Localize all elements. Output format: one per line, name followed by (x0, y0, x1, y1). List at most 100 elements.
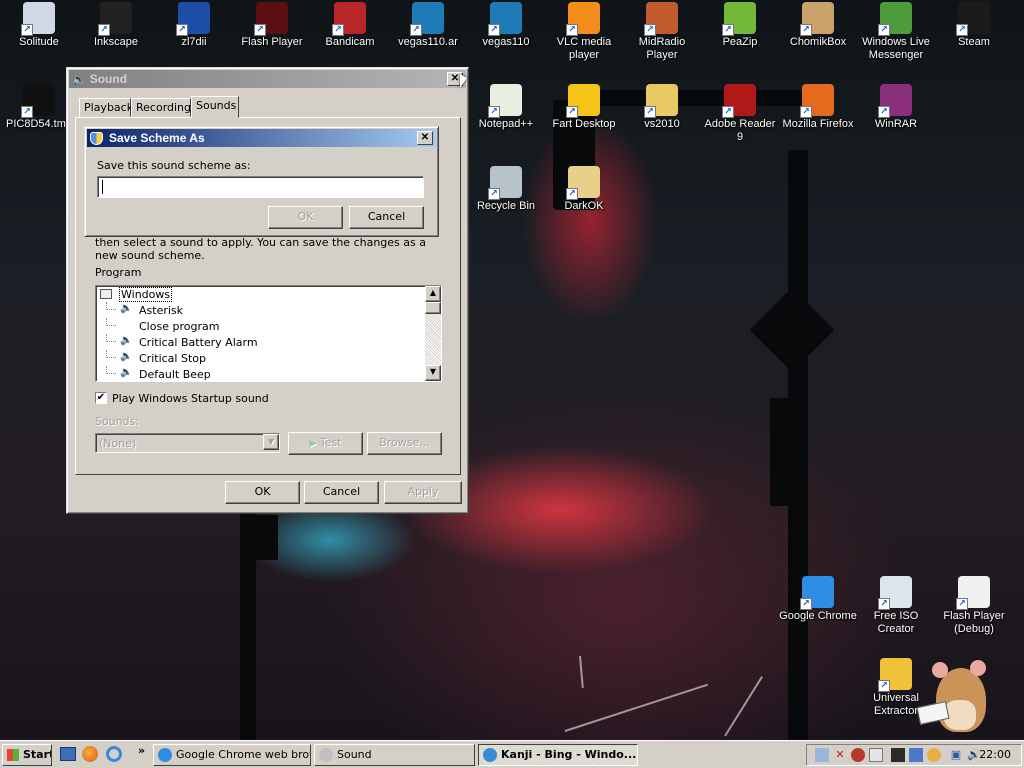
list-item[interactable]: 🔈 Critical Battery Alarm (96, 334, 426, 350)
sound-window-title: Sound (89, 72, 128, 86)
taskbar-button[interactable]: Sound (314, 744, 475, 766)
desktop-icon[interactable]: ↗ Google Chrome (779, 576, 857, 623)
play-icon: ▶ (309, 439, 317, 449)
desktop-icon[interactable]: ↗ ChomikBox (779, 2, 857, 49)
scroll-down-button[interactable]: ▼ (425, 365, 441, 381)
security-alert-icon[interactable]: ✕ (833, 748, 847, 762)
tab-recording[interactable]: Recording (131, 98, 191, 117)
inkscape-icon: ↗ (98, 2, 132, 36)
shortcut-arrow-icon: ↗ (878, 24, 890, 36)
image-file-icon: ↗ (21, 84, 55, 118)
list-scrollbar[interactable]: ▲ ▼ (425, 286, 441, 381)
apply-button[interactable]: Apply (384, 481, 462, 504)
internet-explorer-icon[interactable] (106, 746, 122, 762)
clock[interactable]: 22:00 (979, 748, 1011, 761)
list-item[interactable]: Close program (96, 318, 426, 334)
desktop-icon[interactable]: ↗ Solitude (0, 2, 78, 49)
chevron-down-icon[interactable]: ▼ (263, 434, 279, 450)
shortcut-arrow-icon: ↗ (21, 24, 33, 36)
taskbar-button-label: Sound (337, 748, 372, 761)
display-icon[interactable] (909, 748, 923, 762)
startup-checkbox-label[interactable]: Play Windows Startup sound (112, 392, 269, 405)
sounds-label: Sounds: (95, 415, 140, 428)
event-label: Default Beep (139, 368, 211, 381)
ok-button[interactable]: OK (225, 481, 300, 504)
sounds-select-value: (None) (99, 437, 137, 450)
desktop-icon[interactable]: ↗ Inkscape (77, 2, 155, 49)
desktop-icon[interactable]: ↗ Recycle Bin (467, 166, 545, 213)
taskbar-button[interactable]: Kanji - Bing - Windo... (478, 744, 638, 766)
desktop-icon[interactable]: ↗ zl7dii (155, 2, 233, 49)
desktop-icon-label: vs2010 (644, 118, 680, 130)
tab-playback[interactable]: Playback (79, 98, 133, 117)
firefox-icon[interactable] (82, 746, 98, 762)
taskbar-button[interactable]: Google Chrome web brow... (153, 744, 311, 766)
network-icon[interactable] (815, 748, 829, 762)
speaker-icon: 🔈 (120, 335, 133, 346)
shortcut-arrow-icon: ↗ (644, 24, 656, 36)
desktop-icon[interactable]: ↗ Windows Live Messenger (857, 2, 935, 62)
list-item[interactable]: 🔈 Default Beep (96, 366, 426, 381)
scroll-up-button[interactable]: ▲ (425, 286, 441, 302)
save-scheme-title: Save Scheme As (109, 131, 205, 145)
antivirus-icon[interactable] (851, 748, 865, 762)
list-item[interactable]: 🔈 Critical Stop (96, 350, 426, 366)
system-tray: ✕ ▣ 🔊 22:00 (806, 744, 1022, 766)
test-button[interactable]: ▶ Test (288, 432, 363, 455)
list-item[interactable]: Windows (96, 286, 426, 302)
road-marking (564, 683, 708, 732)
desktop-icon[interactable]: ↗ vegas110.ar (389, 2, 467, 49)
save-scheme-titlebar[interactable]: Save Scheme As ✕ (87, 129, 436, 147)
desktop-icon[interactable]: ↗ Notepad++ (467, 84, 545, 131)
startup-checkbox[interactable]: ✔ (95, 392, 107, 404)
shortcut-arrow-icon: ↗ (488, 188, 500, 200)
desktop-icon[interactable]: ↗ Free ISO Creator (857, 576, 935, 636)
desktop-icon[interactable]: ↗ Bandicam (311, 2, 389, 49)
sounds-select[interactable]: (None) ▼ (95, 433, 280, 453)
shortcut-arrow-icon: ↗ (956, 24, 968, 36)
solitude-icon: ↗ (21, 2, 55, 36)
tab-sounds[interactable]: Sounds (191, 96, 239, 118)
desktop-icon[interactable]: ↗ WinRAR (857, 84, 935, 131)
shortcut-arrow-icon: ↗ (176, 24, 188, 36)
show-desktop-icon[interactable] (60, 747, 76, 761)
save-scheme-cancel-button[interactable]: Cancel (349, 206, 424, 229)
desktop-icon[interactable]: ↗ vs2010 (623, 84, 701, 131)
list-item[interactable]: 🔈 Asterisk (96, 302, 426, 318)
quicklaunch-more-button[interactable]: » (138, 744, 145, 757)
desktop-icon[interactable]: ↗ vegas110 (467, 2, 545, 49)
desktop-icon[interactable]: ↗ Steam (935, 2, 1013, 49)
file-icon: ↗ (956, 576, 990, 610)
flash-icon: ↗ (254, 2, 288, 36)
update-icon[interactable] (869, 748, 883, 762)
network-monitors-icon[interactable]: ▣ (949, 748, 963, 762)
desktop-icon[interactable]: ↗ Mozilla Firefox (779, 84, 857, 131)
desktop-icon[interactable]: ↗ Flash Player (Debug) (935, 576, 1013, 636)
desktop-icon[interactable]: ↗ Flash Player (233, 2, 311, 49)
close-icon[interactable]: ✕ (417, 131, 433, 145)
desktop-icon-label: DarkOK (564, 200, 604, 212)
shortcut-arrow-icon: ↗ (488, 106, 500, 118)
monitor-icon[interactable] (891, 748, 905, 762)
save-scheme-dialog[interactable]: Save Scheme As ✕ Save this sound scheme … (84, 126, 439, 237)
desktop-icon[interactable]: ↗ Fart Desktop (545, 84, 623, 131)
sound-window-titlebar[interactable]: 🔈 Sound ✕ (69, 70, 466, 88)
windows-logo-icon (7, 749, 19, 761)
desktop-icon-label: Bandicam (325, 36, 375, 48)
desktop-icon[interactable]: ↗ DarkOK (545, 166, 623, 213)
desktop-icon-label: WinRAR (874, 118, 918, 130)
desktop-icon[interactable]: ↗ Adobe Reader 9 (701, 84, 779, 144)
browse-button[interactable]: Browse... (367, 432, 442, 455)
chat-icon[interactable] (927, 748, 941, 762)
desktop-icon[interactable]: ↗ PeaZip (701, 2, 779, 49)
desktop-icon[interactable]: ↗ MidRadio Player (623, 2, 701, 62)
quicklaunch: » (58, 744, 148, 764)
save-scheme-ok-button[interactable]: OK (268, 206, 343, 229)
program-events-list[interactable]: Windows 🔈 Asterisk Close program 🔈 Critical B… (95, 285, 442, 382)
windows-group-icon (100, 289, 112, 299)
scheme-name-input[interactable] (97, 176, 424, 198)
scroll-thumb[interactable] (425, 302, 441, 314)
start-button[interactable]: Start (2, 744, 52, 766)
desktop-icon[interactable]: ↗ VLC media player (545, 2, 623, 62)
cancel-button[interactable]: Cancel (304, 481, 379, 504)
